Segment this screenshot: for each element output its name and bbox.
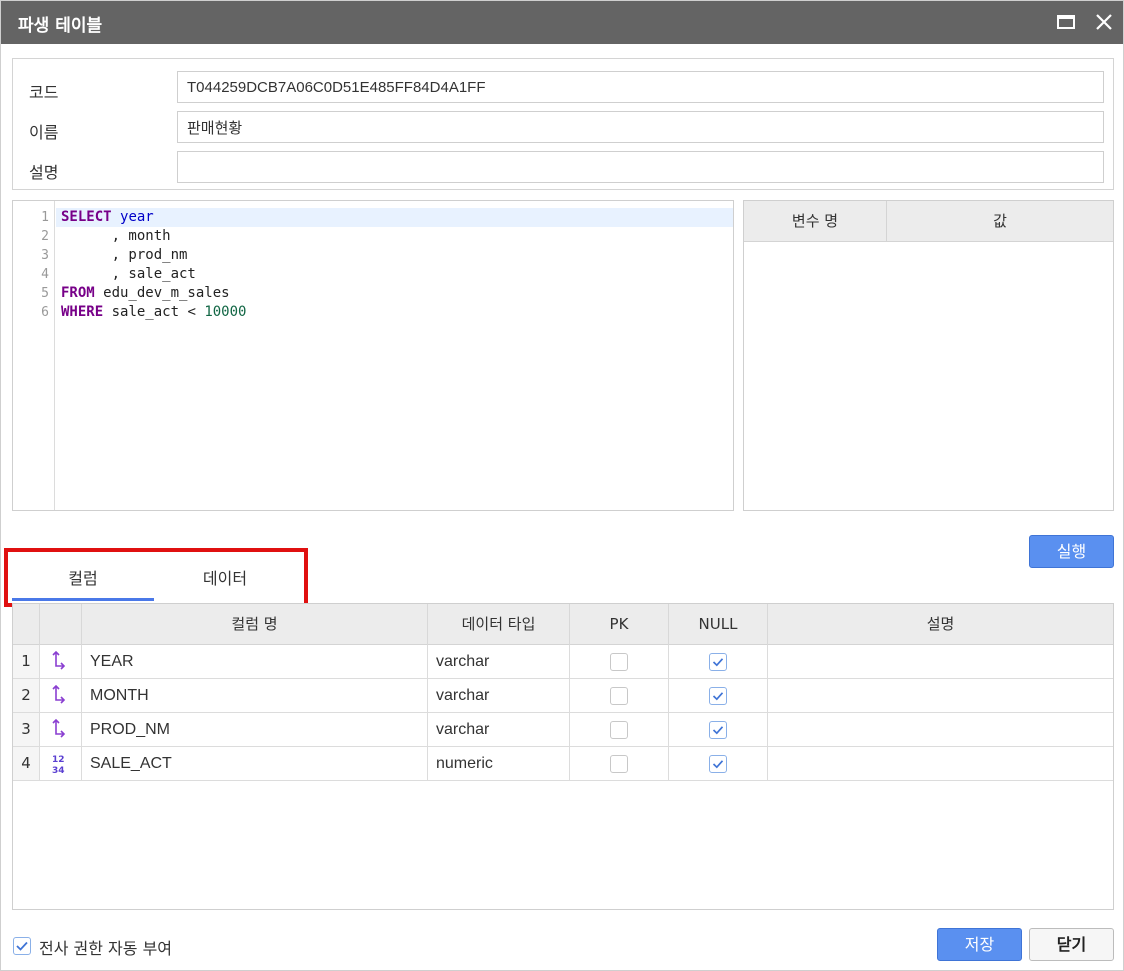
row-number: 4 — [13, 747, 40, 780]
code-token: sale_act < — [103, 304, 205, 320]
null-checkbox[interactable] — [709, 653, 727, 671]
line-number: 4 — [41, 267, 49, 282]
description-cell[interactable] — [768, 747, 1113, 780]
pk-checkbox[interactable] — [610, 755, 628, 773]
table-row[interactable]: 2 MONTH varchar — [13, 679, 1113, 713]
variable-value-header: 값 — [993, 212, 1007, 230]
data-type-header: 데이터 타입 — [428, 604, 570, 645]
close-button[interactable]: 닫기 — [1029, 928, 1114, 961]
active-line-highlight — [56, 208, 733, 227]
description-header: 설명 — [926, 615, 955, 633]
null-checkbox[interactable] — [709, 755, 727, 773]
line-number: 2 — [41, 229, 49, 244]
auto-grant-label: 전사 권한 자동 부여 — [39, 939, 173, 958]
tab-highlight-box — [4, 548, 308, 607]
checkmark-icon — [712, 760, 724, 769]
code-token: edu_dev_m_sales — [94, 285, 230, 301]
derived-table-dialog: 파생 테이블 코드 이름 설명 123456 SELECT year , mon… — [0, 0, 1124, 971]
line-number-gutter: 1 2 3 4 5 6 — [13, 201, 55, 510]
data-type-cell[interactable]: varchar — [428, 713, 570, 746]
name-field[interactable] — [177, 111, 1104, 143]
variables-header: 변수 명 값 — [744, 201, 1113, 242]
row-number: 2 — [13, 679, 40, 712]
line-number: 6 — [41, 305, 49, 320]
pk-checkbox[interactable] — [610, 653, 628, 671]
description-cell[interactable] — [768, 645, 1113, 678]
code-token: , month — [61, 228, 171, 244]
pk-header: PK — [570, 604, 669, 645]
column-name-cell[interactable]: MONTH — [82, 679, 428, 712]
code-line: FROM edu_dev_m_sales — [61, 284, 230, 303]
table-row[interactable]: 1 YEAR varchar — [13, 645, 1113, 679]
data-type-cell[interactable]: numeric — [428, 747, 570, 780]
maximize-icon[interactable] — [1053, 9, 1079, 35]
row-number-header — [13, 604, 40, 645]
code-line: SELECT year — [61, 208, 154, 227]
variables-panel: 변수 명 값 — [743, 200, 1114, 511]
code-token: SELECT — [61, 209, 112, 225]
table-row[interactable]: 4 12 34 SALE_ACT numeric — [13, 747, 1113, 781]
checkmark-icon — [712, 658, 724, 667]
description-cell[interactable] — [768, 679, 1113, 712]
numeric-type-icon: 12 34 — [49, 752, 71, 788]
auto-grant-checkbox[interactable] — [13, 937, 31, 955]
save-button[interactable]: 저장 — [937, 928, 1022, 961]
columns-grid: 컬럼 명 데이터 타입 PK NULL 설명 1 YEAR varchar 2 MONT… — [12, 603, 1114, 910]
code-token: FROM — [61, 285, 95, 301]
type-icon-header — [40, 604, 82, 645]
code-token: WHERE — [61, 304, 104, 320]
name-label: 이름 — [29, 123, 59, 142]
column-name-cell[interactable]: PROD_NM — [82, 713, 428, 746]
title-bar: 파생 테이블 — [1, 1, 1123, 44]
run-button[interactable]: 실행 — [1029, 535, 1114, 568]
column-name-header: 컬럼 명 — [82, 604, 428, 645]
line-number: 3 — [41, 248, 49, 263]
code-line: , prod_nm — [61, 246, 188, 265]
variable-name-header: 변수 명 — [744, 201, 887, 242]
dialog-title: 파생 테이블 — [18, 16, 103, 36]
table-row[interactable]: 3 PROD_NM varchar — [13, 713, 1113, 747]
column-name-cell[interactable]: SALE_ACT — [82, 747, 428, 780]
code-token: year — [120, 209, 154, 225]
code-token: 10000 — [204, 304, 247, 320]
null-header: NULL — [669, 604, 768, 645]
description-cell[interactable] — [768, 713, 1113, 746]
close-icon[interactable] — [1091, 9, 1117, 35]
code-line: WHERE sale_act < 10000 — [61, 303, 246, 322]
grid-header: 컬럼 명 데이터 타입 PK NULL 설명 — [13, 604, 1113, 645]
null-checkbox[interactable] — [709, 687, 727, 705]
checkmark-icon — [712, 726, 724, 735]
data-type-cell[interactable]: varchar — [428, 679, 570, 712]
column-name-cell[interactable]: YEAR — [82, 645, 428, 678]
svg-text:12: 12 — [52, 755, 65, 765]
info-panel: 코드 이름 설명 — [12, 58, 1114, 190]
code-field[interactable] — [177, 71, 1104, 103]
code-line: , month — [61, 227, 171, 246]
data-type-cell[interactable]: varchar — [428, 645, 570, 678]
line-number: 5 — [41, 286, 49, 301]
code-label: 코드 — [29, 83, 59, 102]
pk-checkbox[interactable] — [610, 687, 628, 705]
row-number: 1 — [13, 645, 40, 678]
code-line: , sale_act — [61, 265, 196, 284]
checkmark-icon — [712, 692, 724, 701]
sql-editor[interactable]: 1 2 3 4 5 6 SELECT year , month , prod_nm , s… — [12, 200, 734, 511]
checkmark-icon — [16, 941, 28, 951]
svg-text:34: 34 — [52, 766, 65, 776]
row-number: 3 — [13, 713, 40, 746]
null-checkbox[interactable] — [709, 721, 727, 739]
description-field[interactable] — [177, 151, 1104, 183]
line-number: 1 — [41, 210, 49, 225]
code-token: , sale_act — [61, 266, 196, 282]
code-token: , prod_nm — [61, 247, 188, 263]
pk-checkbox[interactable] — [610, 721, 628, 739]
description-label: 설명 — [29, 163, 59, 182]
